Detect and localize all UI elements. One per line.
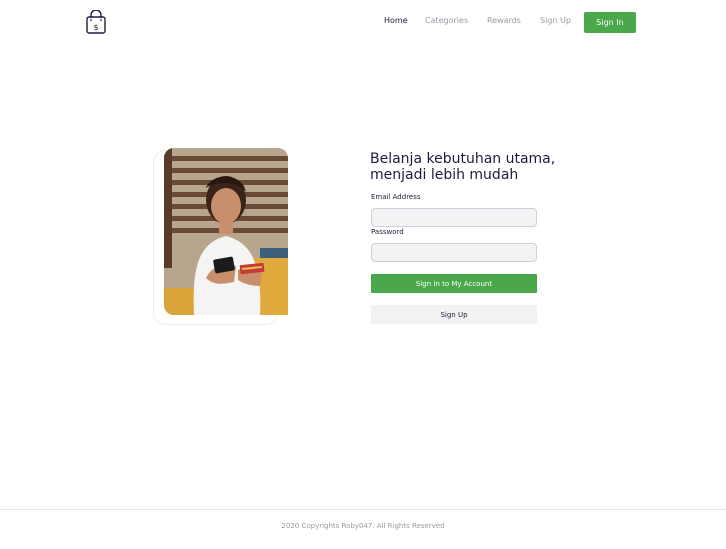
email-label: Email Address <box>371 193 421 201</box>
headline-line-1: Belanja kebutuhan utama, <box>370 151 556 167</box>
hero-photo <box>164 148 288 315</box>
password-field[interactable] <box>371 243 537 262</box>
sign-in-account-button[interactable]: Sign In to My Account <box>371 274 537 293</box>
nav-home[interactable]: Home <box>384 16 408 25</box>
shopping-bag-icon[interactable]: $ <box>86 10 106 34</box>
footer-copyright: 2020 Copyrights Roby047. All Rights Rese… <box>281 522 445 530</box>
sign-up-button[interactable]: Sign Up <box>371 305 537 324</box>
svg-text:$: $ <box>93 23 98 32</box>
footer-divider <box>0 509 726 510</box>
page-headline: Belanja kebutuhan utama, menjadi lebih m… <box>370 151 555 183</box>
header-sign-in-button[interactable]: Sign In <box>584 12 636 33</box>
headline-line-2: menjadi lebih mudah <box>370 167 519 183</box>
nav-categories[interactable]: Categories <box>425 16 468 25</box>
email-field[interactable] <box>371 208 537 227</box>
password-label: Password <box>371 228 404 236</box>
nav-sign-up[interactable]: Sign Up <box>540 16 571 25</box>
nav-rewards[interactable]: Rewards <box>487 16 521 25</box>
